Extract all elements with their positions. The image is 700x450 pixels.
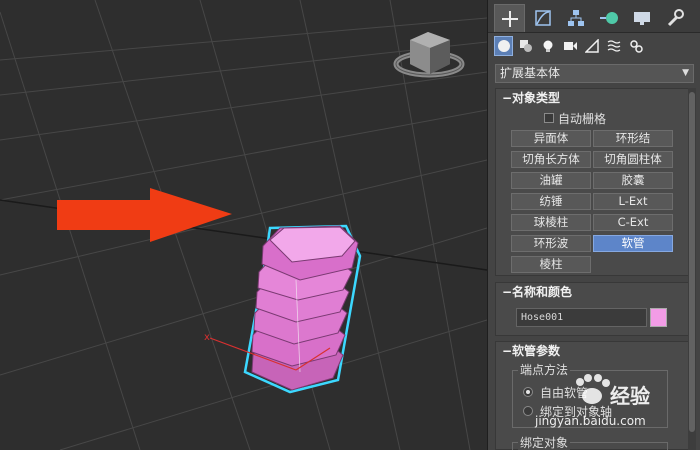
motion-icon (599, 12, 618, 24)
hose-button[interactable]: 软管 (593, 235, 673, 252)
name-color-header[interactable]: −名称和颜色 (496, 283, 693, 301)
lights-tab[interactable] (538, 36, 557, 56)
hose-object (243, 224, 362, 394)
geometry-icon (497, 40, 510, 52)
create-icon (501, 10, 518, 27)
collapse-icon: − (502, 91, 513, 105)
utilities-icon (667, 9, 684, 27)
hose-params-title: 软管参数 (512, 344, 561, 358)
hierarchy-icon (567, 10, 584, 26)
object-category-tabs (494, 36, 645, 58)
modify-tab[interactable] (527, 4, 558, 32)
geometry-tab[interactable] (494, 36, 513, 56)
annotation-arrow-icon (57, 188, 232, 242)
oil-tank-button[interactable]: 油罐 (511, 172, 591, 189)
prism-button[interactable]: 棱柱 (511, 256, 591, 273)
collapse-icon: − (502, 344, 513, 358)
ringwave-button[interactable]: 环形波 (511, 235, 591, 252)
category-dropdown[interactable]: 扩展基本体 ▼ (495, 64, 694, 83)
chevron-down-icon: ▼ (682, 68, 689, 78)
spacewarps-icon (607, 40, 620, 52)
lights-icon (543, 40, 552, 52)
hose-params-header[interactable]: −软管参数 (496, 342, 693, 360)
object-type-title: 对象类型 (512, 91, 561, 105)
object-name-input[interactable]: Hose001 (516, 308, 647, 327)
motion-tab[interactable] (593, 4, 624, 32)
cameras-icon (563, 42, 577, 50)
capsule-button[interactable]: 胶囊 (593, 172, 673, 189)
display-tab[interactable] (626, 4, 657, 32)
name-color-title: 名称和颜色 (512, 285, 573, 299)
command-panel-tabs (488, 0, 700, 33)
object-color-swatch[interactable] (650, 308, 667, 327)
shapes-icon (519, 40, 532, 52)
display-icon (633, 12, 650, 25)
bind-objects-label: 绑定对象 (518, 434, 571, 450)
spacewarps-tab[interactable] (604, 36, 623, 56)
x-axis-label: x (204, 332, 210, 343)
chamfer-box-button[interactable]: 切角长方体 (511, 151, 591, 168)
autogrid-label: 自动栅格 (558, 112, 607, 126)
cameras-tab[interactable] (560, 36, 579, 56)
viewport-scene[interactable]: x (0, 0, 487, 450)
systems-tab[interactable] (626, 36, 645, 56)
collapse-icon: − (502, 285, 513, 299)
watermark-url: jingyan.baidu.com (535, 414, 646, 428)
shapes-tab[interactable] (516, 36, 535, 56)
modify-icon (534, 10, 551, 26)
chamfer-cyl-button[interactable]: 切角圆柱体 (593, 151, 673, 168)
object-type-header[interactable]: −对象类型 (496, 89, 693, 107)
systems-icon (629, 40, 643, 53)
watermark: 经验 jingyan.baidu.com (520, 372, 695, 432)
perspective-viewport[interactable]: x (0, 0, 487, 450)
utilities-tab[interactable] (659, 4, 690, 32)
helpers-tab[interactable] (582, 36, 601, 56)
autogrid-checkbox[interactable] (544, 113, 554, 123)
create-tab[interactable] (494, 4, 525, 32)
gengon-button[interactable]: 球棱柱 (511, 214, 591, 231)
spindle-button[interactable]: 纺锤 (511, 193, 591, 210)
helpers-icon (584, 39, 599, 53)
viewcube-icon (393, 32, 465, 78)
hierarchy-tab[interactable] (560, 4, 591, 32)
category-dropdown-value: 扩展基本体 (500, 66, 561, 80)
torus-knot-button[interactable]: 环形结 (593, 130, 673, 147)
watermark-brand: 经验 (610, 384, 650, 408)
hedra-button[interactable]: 异面体 (511, 130, 591, 147)
c-ext-button[interactable]: C-Ext (593, 214, 673, 231)
l-ext-button[interactable]: L-Ext (593, 193, 673, 210)
